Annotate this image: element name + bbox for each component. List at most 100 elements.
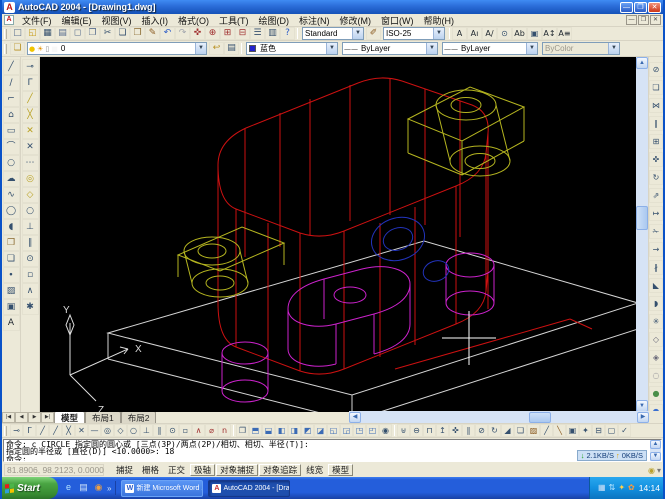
drawing-canvas[interactable]: Y X Z [40,57,636,412]
snap-from-button[interactable]: Γ [23,424,36,437]
layer-manager-button[interactable]: ❏ [10,42,25,55]
toggle-模型[interactable]: 模型 [328,464,353,476]
snap-none-button[interactable]: ⌀ [205,424,218,437]
zoom-window-button[interactable]: ⊞ [220,27,235,40]
menu-item[interactable]: 文件(F) [17,14,57,27]
temporary-track-point-button[interactable]: ⊸ [22,59,39,75]
snap-insert-button[interactable]: ▫ [179,424,192,437]
properties-button[interactable]: ☰ [250,27,265,40]
polyline-button[interactable]: ⌐ [3,91,20,107]
ne-isometric-button[interactable]: ◳ [353,424,366,437]
nw-isometric-button[interactable]: ◰ [366,424,379,437]
rectangle-button[interactable]: ▭ [3,123,20,139]
paste-button[interactable]: ❒ [130,27,145,40]
layer-states-button[interactable]: ▤ [224,42,239,55]
toolbar-grip[interactable] [4,29,7,39]
ellipse-arc-button[interactable]: ◖ [3,219,20,235]
snap-from-button[interactable]: Γ [22,75,39,91]
snap-intersection-button[interactable]: ╳ [62,424,75,437]
toggle-对象追踪[interactable]: 对象追踪 [259,464,301,476]
zoom-realtime-button[interactable]: ⊕ [205,27,220,40]
offset-faces-button[interactable]: ∥ [462,424,475,437]
snap-apparent-intersection-button[interactable]: ✕ [22,139,39,155]
undo-button[interactable]: ↶ [160,27,175,40]
region-button[interactable]: ▣ [3,299,20,315]
text-style-combo[interactable]: Standard ▼ [302,27,364,40]
match-properties-button[interactable]: ✎ [145,27,160,40]
save-button[interactable]: ▦ [40,27,55,40]
chevron-down-icon[interactable]: ▼ [352,28,363,39]
move-button[interactable]: ✜ [649,152,663,167]
se-isometric-button[interactable]: ◲ [340,424,353,437]
color-edges-button[interactable]: ╲ [553,424,566,437]
multiline-text-button[interactable]: A [3,315,20,331]
snap-endpoint-button[interactable]: ╱ [36,424,49,437]
osnap-settings-button[interactable]: n [218,424,231,437]
snap-node-button[interactable]: ⊙ [22,251,39,267]
point-button[interactable]: ∙ [3,267,20,283]
scroll-right-icon[interactable]: ▶ [637,412,649,423]
temporary-track-point-button[interactable]: ⊸ [10,424,23,437]
snap-perpendicular-button[interactable]: ⊥ [140,424,153,437]
scroll-left-icon[interactable]: ◀ [349,412,361,423]
hatch-button[interactable]: ▨ [3,283,20,299]
delete-faces-button[interactable]: ⊘ [475,424,488,437]
shade-3d-wireframe-button[interactable]: ◈ [649,350,663,365]
next-tab-button[interactable]: ▶ [28,412,41,423]
linetype-combo[interactable]: —— ByLayer ▼ [342,42,438,55]
right-view-button[interactable]: ◨ [288,424,301,437]
tab-模型[interactable]: 模型 [54,411,85,423]
chevron-down-icon[interactable]: ▼ [526,43,537,54]
toolbar-grip[interactable] [4,426,7,436]
revision-cloud-button[interactable]: ☁ [3,171,20,187]
snap-nearest-button[interactable]: ∧ [192,424,205,437]
snap-parallel-button[interactable]: ∥ [153,424,166,437]
scroll-up-icon[interactable]: ▲ [650,440,661,449]
layer-previous-button[interactable]: ↩ [209,42,224,55]
copy-button[interactable]: ❏ [115,27,130,40]
find-replace-button[interactable]: ⊙ [497,27,512,40]
menu-item[interactable]: 窗口(W) [376,14,419,27]
snap-intersection-button[interactable]: ✕ [22,123,39,139]
minimize-button[interactable]: — [620,2,633,13]
color-faces-button[interactable]: ▨ [527,424,540,437]
bottom-view-button[interactable]: ⬓ [262,424,275,437]
open-button[interactable]: ◱ [25,27,40,40]
layer-combo[interactable]: ●☀▯■ 0 ▼ [27,42,207,55]
snap-center-button[interactable]: ◎ [101,424,114,437]
menu-item[interactable]: 编辑(E) [57,14,97,27]
command-scrollbar[interactable]: ▲ ▼ [650,440,661,461]
close-button[interactable]: ✕ [648,2,661,13]
scale-text-button[interactable]: A↕ [542,27,557,40]
justify-text-button[interactable]: A≡ [557,27,572,40]
internet-explorer-quicklaunch[interactable]: e [62,481,75,495]
snap-parallel-button[interactable]: ∥ [22,235,39,251]
arc-button[interactable]: ⌒ [3,139,20,155]
move-faces-button[interactable]: ✜ [449,424,462,437]
shell-button[interactable]: ▢ [605,424,618,437]
chevron-down-icon[interactable]: ▼ [326,43,337,54]
taskbar-task[interactable]: AAutoCAD 2004 - [Dra... [208,480,290,497]
toggle-正交[interactable]: 正交 [164,464,189,476]
snap-extension-button[interactable]: ⋯ [22,155,39,171]
snap-tangent-button[interactable]: ○ [127,424,140,437]
snap-apparent-intersection-button[interactable]: ✕ [75,424,88,437]
camera-button[interactable]: ◉ [379,424,392,437]
left-view-button[interactable]: ◧ [275,424,288,437]
ellipse-button[interactable]: ◯ [3,203,20,219]
toggle-线宽[interactable]: 线宽 [302,464,327,476]
menu-item[interactable]: 绘图(D) [254,14,295,27]
snap-endpoint-button[interactable]: ╱ [22,91,39,107]
messenger-icon[interactable]: ✦ [618,484,625,492]
toggle-极轴[interactable]: 极轴 [190,464,215,476]
extend-button[interactable]: → [649,242,663,257]
toggle-捕捉[interactable]: 捕捉 [112,464,137,476]
spell-check-button[interactable]: Ab [512,27,527,40]
cut-button[interactable]: ✂ [100,27,115,40]
taskbar-task[interactable]: W新建 Microsoft Word ... [121,480,203,497]
subtract-button[interactable]: ⊖ [410,424,423,437]
horizontal-scroll-thumb[interactable] [529,412,551,423]
color-combo[interactable]: 蓝色 ▼ [246,42,338,55]
pan-realtime-button[interactable]: ✜ [190,27,205,40]
snap-perpendicular-button[interactable]: ⊥ [22,219,39,235]
